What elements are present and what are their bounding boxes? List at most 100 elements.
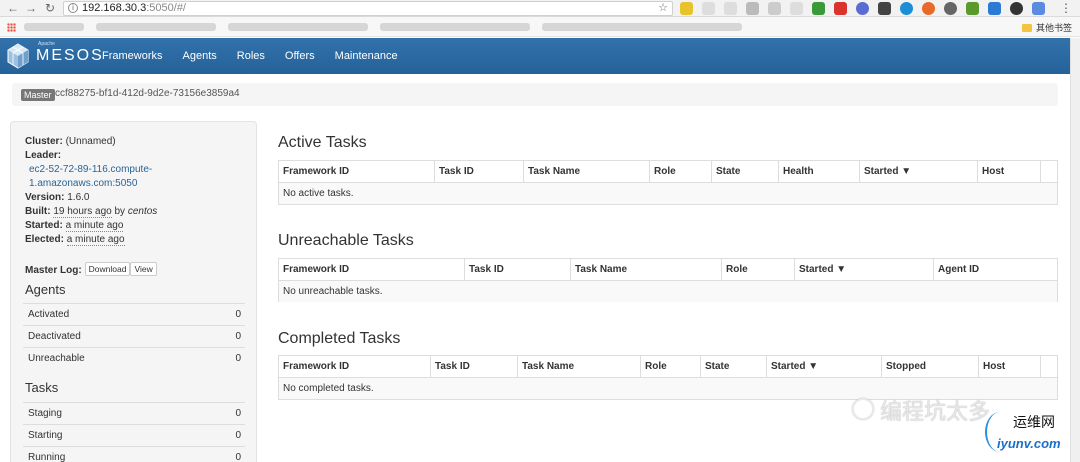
bookmark-folder-label: 其他书签 (1035, 23, 1072, 33)
browser-toolbar: ← → ↻ i 192.168.30.3:5050/#/ ☆ ⋮ (0, 0, 1080, 17)
extension-icon[interactable] (746, 2, 759, 15)
extension-icon[interactable] (812, 2, 825, 15)
col-health[interactable]: Health (779, 161, 860, 182)
forward-icon[interactable]: → (24, 1, 38, 15)
col-agent-id[interactable]: Agent ID (934, 259, 1057, 280)
table-header: Framework ID Task ID Task Name Role Star… (279, 259, 1057, 281)
wechat-watermark-icon (852, 398, 874, 420)
col-state[interactable]: State (712, 161, 779, 182)
cluster-info: Cluster: (Unnamed) (25, 136, 116, 147)
col-framework-id[interactable]: Framework ID (279, 259, 465, 280)
col-started[interactable]: Started ▼ (767, 356, 882, 377)
bookmark-item[interactable] (228, 23, 368, 31)
extension-icon[interactable] (768, 2, 781, 15)
built-label: Built: (25, 206, 51, 217)
extension-icon[interactable] (1010, 2, 1023, 15)
col-task-id[interactable]: Task ID (435, 161, 524, 182)
extension-icon[interactable] (878, 2, 891, 15)
brand-prefix: Apache (38, 41, 55, 47)
site-info-icon[interactable]: i (68, 3, 78, 13)
bookmark-item[interactable] (96, 23, 216, 31)
started-value: a minute ago (65, 220, 124, 232)
top-navbar: Apache MESOS Frameworks Agents Roles Offe… (0, 38, 1070, 74)
leader-info: Leader: (25, 150, 61, 161)
active-tasks-table: Framework ID Task ID Task Name Role Stat… (278, 160, 1058, 205)
master-log-label: Master Log: (25, 265, 82, 276)
stat-label: Running (28, 452, 66, 462)
extension-icons (680, 2, 1045, 15)
stat-value: 0 (235, 408, 241, 419)
leader-link-line1[interactable]: ec2-52-72-89-116.compute- (29, 164, 152, 175)
cluster-label: Cluster: (25, 136, 63, 147)
stat-value: 0 (235, 452, 241, 462)
col-host[interactable]: Host (979, 356, 1041, 377)
view-button[interactable]: View (130, 262, 157, 276)
col-framework-id[interactable]: Framework ID (279, 356, 431, 377)
bookmark-folder[interactable]: 其他书签 (1021, 21, 1072, 34)
nav-offers[interactable]: Offers (275, 38, 325, 74)
version-label: Version: (25, 192, 65, 203)
col-framework-id[interactable]: Framework ID (279, 161, 435, 182)
col-role[interactable]: Role (641, 356, 701, 377)
active-tasks-title: Active Tasks (278, 134, 367, 151)
extension-icon[interactable] (966, 2, 979, 15)
bookmarks-bar: 其他书签 (0, 17, 1080, 37)
back-icon[interactable]: ← (6, 1, 20, 15)
col-started[interactable]: Started ▼ (795, 259, 934, 280)
page-scrollbar[interactable] (1070, 38, 1080, 462)
built-by: by (114, 206, 126, 217)
leader-link-line2[interactable]: 1.amazonaws.com:5050 (29, 178, 137, 189)
version-value: 1.6.0 (67, 192, 90, 203)
nav-agents[interactable]: Agents (173, 38, 227, 74)
extension-icon[interactable] (1032, 2, 1045, 15)
col-state[interactable]: State (701, 356, 767, 377)
col-task-name[interactable]: Task Name (518, 356, 641, 377)
col-host[interactable]: Host (978, 161, 1041, 182)
extension-icon[interactable] (856, 2, 869, 15)
tasks-staging-row: Staging 0 (23, 402, 245, 423)
tasks-running-row: Running 0 (23, 446, 245, 462)
extension-icon[interactable] (944, 2, 957, 15)
bookmark-item[interactable] (380, 23, 530, 31)
col-role[interactable]: Role (650, 161, 712, 182)
extension-icon[interactable] (922, 2, 935, 15)
master-log: Master Log: Download View (25, 262, 157, 276)
extension-icon[interactable] (988, 2, 1001, 15)
col-task-id[interactable]: Task ID (431, 356, 518, 377)
nav-links: Frameworks Agents Roles Offers Maintenan… (92, 38, 408, 74)
apps-icon[interactable] (7, 23, 16, 32)
empty-message: No active tasks. (279, 183, 1057, 204)
agents-heading: Agents (25, 282, 66, 297)
col-stopped[interactable]: Stopped (882, 356, 979, 377)
col-task-name[interactable]: Task Name (571, 259, 722, 280)
bookmark-star-icon[interactable]: ☆ (658, 2, 668, 15)
col-role[interactable]: Role (722, 259, 795, 280)
browser-menu-icon[interactable]: ⋮ (1060, 1, 1072, 15)
stat-value: 0 (235, 353, 241, 364)
extension-icon[interactable] (790, 2, 803, 15)
extension-icon[interactable] (680, 2, 693, 15)
agents-activated-row: Activated 0 (23, 303, 245, 324)
nav-frameworks[interactable]: Frameworks (92, 38, 173, 74)
site-watermark-cn: 运维网 (1013, 415, 1055, 431)
table-header: Framework ID Task ID Task Name Role Stat… (279, 356, 1057, 378)
built-info: Built: 19 hours ago by centos (25, 206, 157, 218)
col-task-name[interactable]: Task Name (524, 161, 650, 182)
extension-icon[interactable] (702, 2, 715, 15)
col-started[interactable]: Started ▼ (860, 161, 978, 182)
bookmark-item[interactable] (542, 23, 742, 31)
bookmark-item[interactable] (24, 23, 84, 31)
unreachable-tasks-table: Framework ID Task ID Task Name Role Star… (278, 258, 1058, 302)
unreachable-tasks-title: Unreachable Tasks (278, 232, 414, 249)
nav-roles[interactable]: Roles (227, 38, 275, 74)
brand[interactable]: Apache MESOS (6, 41, 104, 69)
col-task-id[interactable]: Task ID (465, 259, 571, 280)
extension-icon[interactable] (834, 2, 847, 15)
extension-icon[interactable] (724, 2, 737, 15)
stat-label: Deactivated (28, 331, 81, 342)
download-button[interactable]: Download (84, 262, 131, 276)
reload-icon[interactable]: ↻ (43, 1, 57, 15)
address-bar[interactable]: i 192.168.30.3:5050/#/ ☆ (63, 1, 673, 16)
nav-maintenance[interactable]: Maintenance (325, 38, 408, 74)
extension-icon[interactable] (900, 2, 913, 15)
